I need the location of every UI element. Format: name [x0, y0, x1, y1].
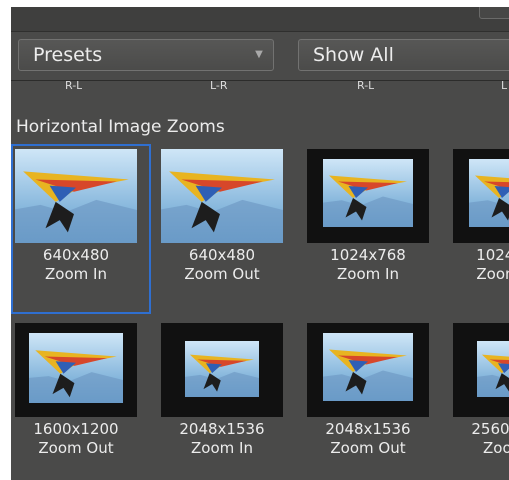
cut-label: R-L	[65, 81, 83, 91]
effect-tile[interactable]: 640x480 Zoom In	[11, 144, 151, 314]
effects-panel: Presets ▼ Show All R-L L-R R-L L Horizon…	[11, 7, 509, 480]
effect-mode-label: Zoom Out	[330, 439, 406, 457]
effect-mode-label: Zoom Out	[184, 265, 260, 283]
effect-mode-label: Zoom In	[191, 439, 253, 457]
effect-thumbnail	[453, 323, 509, 417]
effect-size-label: 1024x768	[476, 246, 509, 264]
effect-thumbnail	[161, 323, 283, 417]
effect-tile[interactable]: 2560x1920Zoom In	[449, 318, 509, 480]
effect-mode-label: Zoom Out	[476, 265, 509, 283]
effect-size-label: 1024x768	[330, 246, 406, 264]
panel-menu-button[interactable]	[479, 7, 509, 19]
effect-size-label: 640x480	[42, 246, 110, 264]
effect-mode-label: Zoom In	[483, 439, 509, 457]
effect-tile[interactable]: 1024x768 Zoom In	[303, 144, 443, 314]
effect-tile[interactable]: 1024x768Zoom Out	[449, 144, 509, 314]
chevron-down-icon: ▼	[255, 49, 263, 60]
effect-mode-label: Zoom In	[337, 265, 399, 283]
effect-size-label: 1600x1200	[33, 420, 119, 438]
list-divider	[11, 80, 509, 81]
effect-tile[interactable]: 2048x1536 Zoom Out	[303, 318, 443, 480]
show-all-dropdown[interactable]: Show All	[298, 39, 509, 71]
effect-size-label: 2048x1536	[325, 420, 411, 438]
cut-label: L-R	[210, 81, 228, 91]
show-all-dropdown-label: Show All	[313, 44, 394, 66]
presets-dropdown[interactable]: Presets ▼	[18, 39, 274, 71]
header-separator	[11, 31, 509, 32]
effect-thumbnail	[161, 149, 283, 243]
cut-label: L	[501, 81, 508, 91]
effect-tile[interactable]: 2048x1536 Zoom In	[157, 318, 297, 480]
cut-label: R-L	[357, 81, 375, 91]
effect-thumbnail	[307, 149, 429, 243]
effect-mode-label: Zoom In	[45, 265, 107, 283]
effect-thumbnail	[453, 149, 509, 243]
effect-size-label: 640x480	[188, 246, 256, 264]
section-title: Horizontal Image Zooms	[16, 117, 225, 137]
effect-thumbnail	[15, 149, 137, 243]
effect-mode-label: Zoom Out	[38, 439, 114, 457]
effect-tile[interactable]: 1600x1200 Zoom Out	[11, 318, 151, 480]
effect-size-label: 2048x1536	[179, 420, 265, 438]
effect-size-label: 2560x1920	[471, 420, 509, 438]
effect-thumbnail	[307, 323, 429, 417]
effect-tile[interactable]: 640x480 Zoom Out	[157, 144, 297, 314]
panel-header	[11, 7, 509, 31]
presets-dropdown-label: Presets	[33, 44, 103, 66]
effect-thumbnail	[15, 323, 137, 417]
